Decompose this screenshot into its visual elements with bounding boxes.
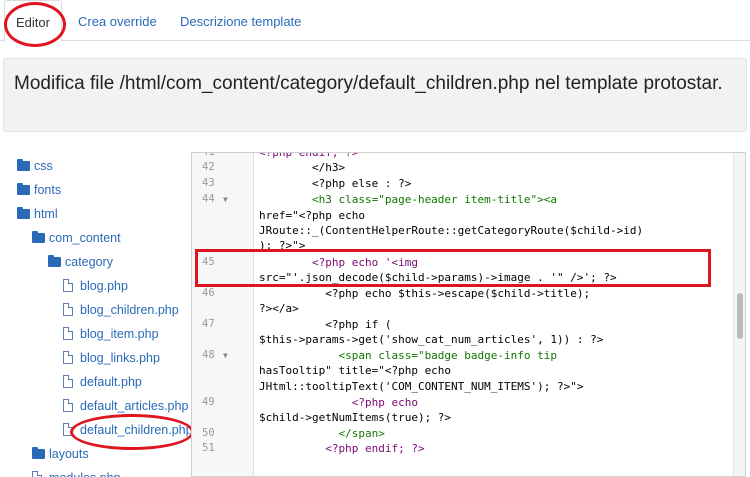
folder-icon — [32, 231, 45, 243]
fold-arrow-icon[interactable]: ▼ — [223, 192, 228, 207]
line-number: 46 — [202, 287, 215, 299]
line-number: 45 — [202, 256, 215, 268]
tab-bar: Editor Crea override Descrizione templat… — [0, 0, 750, 42]
code-line: $child->getNumItems(true); ?> — [259, 411, 452, 424]
line-number: 41 — [202, 152, 215, 158]
code-line: <span class="badge badge-info tip — [259, 349, 558, 362]
code-line: <?php echo '<img — [259, 256, 418, 269]
tree-item-label: fonts — [34, 183, 62, 197]
file-icon — [63, 399, 73, 412]
code-line: JRoute::_(ContentHelperRoute::getCategor… — [259, 224, 644, 237]
page-title-box: Modifica file /html/com_content/category… — [3, 58, 747, 132]
tree-item-label: default_articles.php — [80, 399, 189, 413]
tree-item-label: default_children.php — [80, 423, 190, 437]
line-number: 43 — [202, 177, 215, 189]
code-line: hasTooltip" title="<?php echo — [259, 364, 452, 377]
code-line: href="<?php echo — [259, 209, 365, 222]
tab-template-description[interactable]: Descrizione template — [180, 0, 301, 41]
tree-item-label: blog.php — [80, 279, 128, 293]
tree-item-label: category — [65, 255, 113, 269]
code-line: <?php echo $this->escape($child->title); — [259, 287, 591, 300]
code-line: </span> — [259, 427, 385, 440]
code-line: <?php endif; ?> — [259, 442, 425, 455]
code-line: <?php echo — [259, 396, 418, 409]
file-icon — [63, 351, 73, 364]
tree-item-label: html — [34, 207, 58, 221]
vertical-scrollbar[interactable] — [733, 153, 745, 476]
code-line: ); ?>"> — [259, 239, 306, 252]
tree-item-label: modules.php — [49, 468, 121, 477]
file-icon — [63, 375, 73, 388]
folder-icon — [17, 159, 30, 171]
folder-icon — [17, 207, 30, 219]
file-icon — [32, 471, 42, 477]
file-icon — [63, 327, 73, 340]
file-icon — [63, 423, 73, 436]
tree-item-label: blog_links.php — [80, 351, 160, 365]
file-icon — [63, 303, 73, 316]
line-number: 47 — [202, 318, 215, 330]
tab-create-override[interactable]: Crea override — [78, 0, 157, 41]
code-line: <?php if ( — [259, 318, 392, 331]
folder-icon — [32, 447, 45, 459]
tree-item-label: layouts — [49, 447, 89, 461]
code-line: <?php endif; ?> — [259, 152, 359, 159]
tree-item-label: default.php — [80, 375, 142, 389]
line-number: 42 — [202, 161, 215, 173]
code-editor[interactable]: 41 42 43 44 ▼ 45 46 47 48 ▼ 49 50 51 <?p… — [191, 152, 746, 477]
code-line: </h3> — [259, 161, 346, 174]
tab-editor[interactable]: Editor — [4, 0, 62, 42]
folder-icon — [17, 183, 30, 195]
tree-item-label: blog_item.php — [80, 327, 159, 341]
file-icon — [63, 279, 73, 292]
page-title: Modifica file /html/com_content/category… — [14, 73, 723, 94]
line-number: 51 — [202, 442, 215, 454]
code-line: JHtml::tooltipText('COM_CONTENT_NUM_ITEM… — [259, 380, 584, 393]
code-line: src="'.json_decode($child->params)->imag… — [259, 271, 617, 284]
tree-item-label: blog_children.php — [80, 303, 179, 317]
fold-arrow-icon[interactable]: ▼ — [223, 348, 228, 363]
code-line: $this->params->get('show_cat_num_article… — [259, 333, 604, 346]
line-number: 50 — [202, 427, 215, 439]
code-line: <?php else : ?> — [259, 177, 412, 190]
code-line: ?></a> — [259, 302, 299, 315]
file-tree: css fonts html com_content category blog… — [0, 152, 190, 477]
folder-icon — [48, 255, 61, 267]
line-number-gutter: 41 42 43 44 ▼ 45 46 47 48 ▼ 49 50 51 — [192, 153, 254, 476]
tree-item-label: css — [34, 159, 53, 173]
tree-item-label: com_content — [49, 231, 121, 245]
line-number: 49 — [202, 396, 215, 408]
code-line: <h3 class="page-header item-title"><a — [259, 193, 558, 206]
scrollbar-thumb[interactable] — [737, 293, 743, 339]
